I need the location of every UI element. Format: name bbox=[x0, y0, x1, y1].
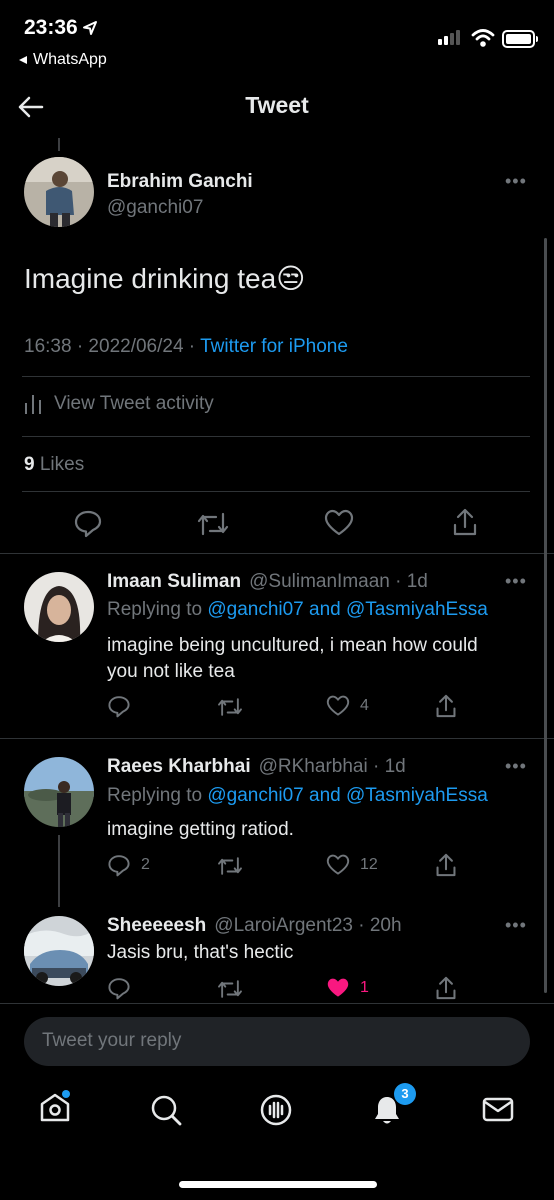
share-icon[interactable] bbox=[452, 507, 478, 537]
author-handle[interactable]: @ganchi07 bbox=[107, 197, 203, 219]
more-options-icon[interactable]: ••• bbox=[505, 171, 527, 192]
share-icon[interactable] bbox=[435, 975, 457, 1001]
wifi-icon bbox=[471, 29, 495, 47]
tweet-text: Imagine drinking tea😒 bbox=[24, 263, 306, 294]
divider bbox=[0, 738, 554, 739]
back-to-app-label: WhatsApp bbox=[33, 51, 107, 68]
scrollbar[interactable] bbox=[544, 238, 547, 993]
tab-notifications[interactable]: 3 bbox=[370, 1083, 416, 1127]
back-to-app-link[interactable]: WhatsApp bbox=[18, 51, 107, 69]
more-options-icon[interactable]: ••• bbox=[505, 571, 527, 592]
divider bbox=[22, 491, 530, 492]
reply-icon[interactable] bbox=[73, 508, 103, 538]
divider bbox=[0, 553, 554, 554]
reply-icon[interactable] bbox=[107, 976, 131, 1000]
like-button[interactable]: 1 bbox=[326, 977, 369, 999]
divider bbox=[0, 1003, 554, 1004]
tab-bar: 3 bbox=[0, 1080, 554, 1150]
share-icon[interactable] bbox=[435, 852, 457, 878]
tweet-meta: 16:38 · 2022/06/24 · Twitter for iPhone bbox=[24, 336, 348, 358]
home-indicator[interactable] bbox=[179, 1181, 377, 1188]
liked-heart-icon bbox=[327, 978, 349, 997]
view-activity-label: View Tweet activity bbox=[54, 393, 214, 414]
replying-to-prefix: Replying to bbox=[107, 599, 208, 620]
tweet-timestamp: 16:38 · 2022/06/24 · bbox=[24, 336, 201, 357]
reply-text-line: you not like tea bbox=[107, 661, 235, 682]
reply-author-handle[interactable]: @LaroiArgent23 · 20h bbox=[214, 915, 401, 937]
new-content-dot bbox=[62, 1090, 70, 1098]
reply-input[interactable]: Tweet your reply bbox=[24, 1017, 530, 1066]
reply-author-name[interactable]: Raees Kharbhai bbox=[107, 756, 251, 778]
cellular-signal-icon bbox=[438, 30, 460, 45]
spaces-icon[interactable] bbox=[259, 1093, 293, 1127]
replying-to-links[interactable]: @ganchi07 and @TasmiyahEssa bbox=[207, 599, 487, 620]
analytics-icon bbox=[25, 395, 41, 414]
replying-to-links[interactable]: @ganchi07 and @TasmiyahEssa bbox=[207, 785, 487, 806]
reply-author-handle[interactable]: @RKharbhai · 1d bbox=[259, 756, 406, 778]
divider bbox=[22, 376, 530, 377]
tweet-source-link[interactable]: Twitter for iPhone bbox=[200, 336, 348, 357]
location-arrow-icon bbox=[82, 21, 97, 35]
reply-button[interactable]: 2 bbox=[107, 853, 150, 877]
retweet-icon[interactable] bbox=[216, 978, 244, 1000]
status-time: 23:36 bbox=[24, 16, 98, 40]
share-icon[interactable] bbox=[435, 693, 457, 719]
reply-icon[interactable] bbox=[107, 694, 131, 718]
reply-icon bbox=[108, 855, 130, 877]
back-triangle-icon bbox=[19, 56, 27, 64]
search-icon[interactable] bbox=[149, 1093, 183, 1127]
page-title: Tweet bbox=[245, 92, 309, 118]
like-icon[interactable] bbox=[324, 509, 354, 537]
like-count: 12 bbox=[360, 856, 378, 873]
notifications-badge: 3 bbox=[394, 1083, 416, 1105]
likes-count: 9 bbox=[24, 454, 35, 475]
more-options-icon[interactable]: ••• bbox=[505, 756, 527, 777]
reply-text: imagine being uncultured, i mean how cou… bbox=[107, 633, 478, 685]
reply-avatar[interactable] bbox=[24, 757, 94, 827]
reply-header: Sheeeeesh @LaroiArgent23 · 20h bbox=[107, 915, 402, 937]
like-count: 1 bbox=[360, 979, 369, 996]
status-bar: 23:36 WhatsApp bbox=[0, 0, 554, 78]
reply-text-line: imagine being uncultured, i mean how cou… bbox=[107, 635, 478, 656]
replying-to: Replying to @ganchi07 and @TasmiyahEssa bbox=[107, 785, 488, 807]
reply-input-placeholder: Tweet your reply bbox=[42, 1030, 182, 1051]
likes-label: Likes bbox=[34, 454, 85, 475]
reply-author-name[interactable]: Imaan Suliman bbox=[107, 571, 241, 593]
like-count: 4 bbox=[360, 697, 369, 714]
retweet-icon[interactable] bbox=[216, 855, 244, 877]
reply-text: Jasis bru, that's hectic bbox=[107, 942, 294, 963]
reply-header: Raees Kharbhai @RKharbhai · 1d bbox=[107, 756, 406, 778]
more-options-icon[interactable]: ••• bbox=[505, 915, 527, 936]
replying-to: Replying to @ganchi07 and @TasmiyahEssa bbox=[107, 599, 488, 621]
reply-avatar[interactable] bbox=[24, 916, 94, 986]
reply-avatar[interactable] bbox=[24, 572, 94, 642]
reply-header: Imaan Suliman @SulimanImaan · 1d bbox=[107, 571, 428, 593]
divider bbox=[22, 436, 530, 437]
replying-to-prefix: Replying to bbox=[107, 785, 208, 806]
likes-row[interactable]: 9 Likes bbox=[24, 454, 84, 476]
retweet-icon[interactable] bbox=[196, 510, 230, 538]
tab-home[interactable] bbox=[38, 1090, 72, 1124]
like-button[interactable]: 4 bbox=[326, 695, 369, 717]
author-name[interactable]: Ebrahim Ganchi bbox=[107, 171, 253, 193]
reply-count: 2 bbox=[141, 856, 150, 873]
messages-icon[interactable] bbox=[481, 1094, 515, 1124]
like-button[interactable]: 12 bbox=[326, 854, 378, 876]
thread-line bbox=[58, 138, 60, 151]
status-time-text: 23:36 bbox=[24, 16, 78, 39]
like-icon bbox=[326, 695, 350, 716]
retweet-icon[interactable] bbox=[216, 696, 244, 718]
view-activity-row[interactable]: View Tweet activity bbox=[24, 393, 214, 415]
author-avatar[interactable] bbox=[24, 157, 94, 227]
reply-text: imagine getting ratiod. bbox=[107, 819, 294, 840]
like-icon bbox=[326, 854, 350, 875]
reply-author-handle[interactable]: @SulimanImaan · 1d bbox=[249, 571, 428, 593]
battery-icon bbox=[502, 30, 538, 48]
thread-line bbox=[58, 835, 60, 907]
reply-author-name[interactable]: Sheeeeesh bbox=[107, 915, 206, 937]
